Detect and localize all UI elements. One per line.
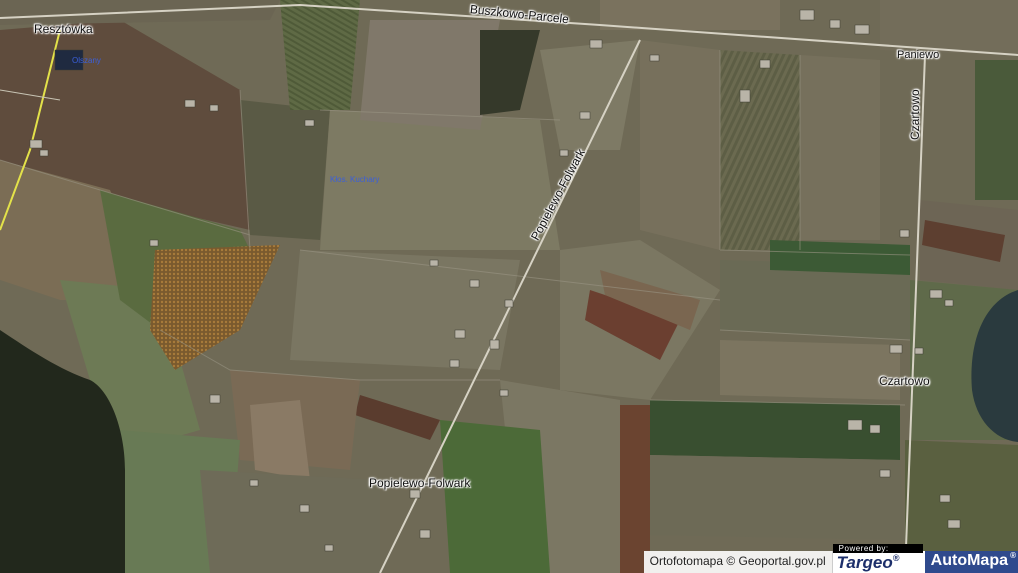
place-label-paniewo: Paniewo	[897, 49, 940, 61]
place-label-resztowka: Resztówka	[34, 22, 93, 36]
attribution-text[interactable]: Ortofotomapa © Geoportal.gov.pl	[643, 551, 832, 573]
attribution-bar: Ortofotomapa © Geoportal.gov.pl Powered …	[643, 544, 1018, 573]
blue-label-klos-kuchary: Kłos. Kuchary	[330, 175, 380, 184]
place-label-czartowo: Czartowo	[879, 374, 930, 388]
aerial-map[interactable]	[0, 0, 1018, 573]
field-patches	[0, 0, 1018, 573]
targeo-wordmark: Targeo®	[836, 553, 900, 572]
powered-by-label: Powered by:	[832, 544, 923, 553]
road-label-czartowo: Czartowo	[908, 89, 922, 140]
place-label-popielewo-folwark: Popielewo-Folwark	[369, 476, 471, 490]
blue-label-olszany: Olszany	[72, 56, 101, 65]
targeo-logo[interactable]: Powered by: Targeo®	[831, 544, 925, 573]
automapa-logo[interactable]: AutoMapa ®	[924, 551, 1018, 573]
